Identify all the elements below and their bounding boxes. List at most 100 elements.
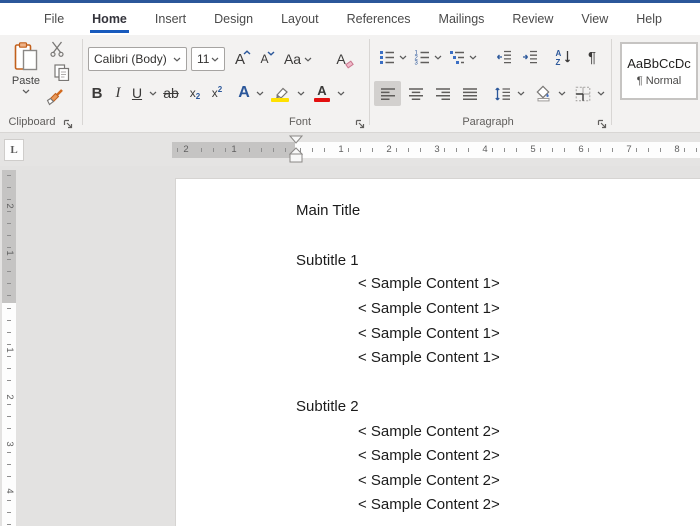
grow-font-button[interactable]: A <box>228 47 252 71</box>
increase-indent-button[interactable] <box>518 45 542 69</box>
clipboard-group-label: Clipboard <box>8 116 56 128</box>
multilevel-list-button[interactable] <box>446 45 468 69</box>
font-color-chevron[interactable] <box>337 91 345 96</box>
justify-button[interactable] <box>457 81 483 106</box>
ribbon-tab-bar: File Home Insert Design Layout Reference… <box>0 3 700 35</box>
align-center-icon <box>409 87 423 100</box>
tab-review[interactable]: Review <box>498 3 567 35</box>
font-size-value: 11 <box>197 52 210 66</box>
highlight-color-bar <box>271 98 289 102</box>
bullets-button[interactable] <box>376 45 398 69</box>
svg-text:Z: Z <box>555 58 560 66</box>
line-spacing-icon <box>494 87 510 100</box>
subscript-button[interactable]: x2 <box>184 81 206 105</box>
font-size-combobox[interactable]: 11 <box>191 47 225 71</box>
borders-icon <box>575 86 590 101</box>
align-right-icon <box>436 87 450 100</box>
clipboard-dialog-launcher[interactable] <box>62 118 74 130</box>
style-name: ¶ Normal <box>636 74 682 87</box>
align-left-icon <box>380 87 395 100</box>
tab-insert[interactable]: Insert <box>141 3 200 35</box>
align-left-button[interactable] <box>374 81 401 106</box>
hruler-margin-segment: 2 1 <box>172 142 295 158</box>
vruler-page-segment: 1 2 3 4 <box>2 303 16 526</box>
paragraph-group-label: Paragraph <box>462 116 514 128</box>
chevron-down-icon <box>22 89 30 94</box>
chevron-down-icon <box>304 57 312 62</box>
shading-chevron[interactable] <box>558 91 566 96</box>
bold-button[interactable]: B <box>86 81 108 105</box>
doc-content-line: < Sample Content 2> <box>358 423 500 440</box>
copy-button[interactable] <box>51 61 73 83</box>
document-page[interactable]: Main Title Subtitle 1 < Sample Content 1… <box>175 178 700 526</box>
hruler-ticks <box>295 142 700 158</box>
doc-content-line: < Sample Content 1> <box>358 349 500 366</box>
font-name-combobox[interactable]: Calibri (Body) <box>88 47 187 71</box>
hruler-page-segment: 1 2 3 4 5 6 7 8 <box>295 142 700 158</box>
paragraph-dialog-launcher[interactable] <box>596 118 608 130</box>
change-case-button[interactable]: Aa <box>281 47 315 71</box>
doc-subtitle-2: Subtitle 2 <box>296 398 359 415</box>
borders-button[interactable] <box>570 81 595 106</box>
indent-marker[interactable] <box>289 135 303 164</box>
text-effects-button[interactable]: A <box>233 81 255 105</box>
svg-text:A: A <box>555 49 561 58</box>
show-marks-button[interactable]: ¶ <box>581 45 603 69</box>
doc-content-line: < Sample Content 1> <box>358 325 500 342</box>
ribbon: Paste Clipboard Calibri (Body) 11 A A Aa… <box>0 35 700 133</box>
doc-subtitle-1: Subtitle 1 <box>296 252 359 269</box>
svg-text:3: 3 <box>415 61 419 66</box>
outdent-icon <box>497 50 511 64</box>
tab-selector[interactable]: L <box>4 139 24 161</box>
multilevel-list-icon <box>450 51 464 64</box>
tab-layout[interactable]: Layout <box>267 3 333 35</box>
line-spacing-chevron[interactable] <box>517 91 525 96</box>
borders-chevron[interactable] <box>597 91 605 96</box>
font-name-value: Calibri (Body) <box>94 52 167 66</box>
text-highlight-button[interactable] <box>268 81 294 105</box>
numbering-button[interactable]: 1 2 3 <box>411 45 433 69</box>
cut-button[interactable] <box>47 39 67 59</box>
bullet-list-icon <box>380 51 394 64</box>
bullets-chevron[interactable] <box>399 55 407 60</box>
superscript-button[interactable]: x2 <box>206 81 228 105</box>
highlight-chevron[interactable] <box>297 91 305 96</box>
tab-home[interactable]: Home <box>78 3 141 35</box>
decrease-indent-button[interactable] <box>492 45 516 69</box>
clear-formatting-button[interactable]: A <box>326 47 356 71</box>
shrink-font-button[interactable]: A <box>253 47 276 71</box>
format-painter-button[interactable] <box>43 85 67 109</box>
tab-help[interactable]: Help <box>622 3 676 35</box>
underline-menu-chevron[interactable] <box>149 91 157 96</box>
tab-file[interactable]: File <box>30 3 78 35</box>
numbering-chevron[interactable] <box>434 55 442 60</box>
style-preview-text: AaBbCcDc <box>627 55 691 71</box>
style-normal-card[interactable]: AaBbCcDc ¶ Normal <box>620 42 698 100</box>
format-painter-icon <box>46 89 63 106</box>
align-center-button[interactable] <box>403 81 429 106</box>
paste-button[interactable]: Paste <box>5 42 47 112</box>
vruler-ticks <box>2 170 16 303</box>
font-dialog-launcher[interactable] <box>354 118 366 130</box>
tab-references[interactable]: References <box>333 3 425 35</box>
copy-icon <box>54 63 70 81</box>
text-effects-chevron[interactable] <box>256 91 264 96</box>
strikethrough-button[interactable]: ab <box>158 81 184 105</box>
align-right-button[interactable] <box>430 81 456 106</box>
tab-view[interactable]: View <box>567 3 622 35</box>
italic-button[interactable]: I <box>109 81 127 105</box>
caret-down-icon <box>267 51 275 56</box>
justify-icon <box>463 87 477 100</box>
shading-button[interactable] <box>531 81 556 106</box>
font-color-button[interactable]: A <box>310 81 334 105</box>
text-effects-icon: A <box>238 84 250 101</box>
eraser-icon <box>345 60 354 69</box>
ruler-bar: L 2 1 1 2 3 4 5 6 7 8 <box>0 133 700 166</box>
paste-label: Paste <box>11 75 41 87</box>
tab-design[interactable]: Design <box>200 3 267 35</box>
multilevel-chevron[interactable] <box>469 55 477 60</box>
tab-mailings[interactable]: Mailings <box>425 3 499 35</box>
line-spacing-button[interactable] <box>489 81 515 106</box>
sort-button[interactable]: A Z <box>550 45 576 69</box>
underline-button[interactable]: U <box>127 81 147 105</box>
